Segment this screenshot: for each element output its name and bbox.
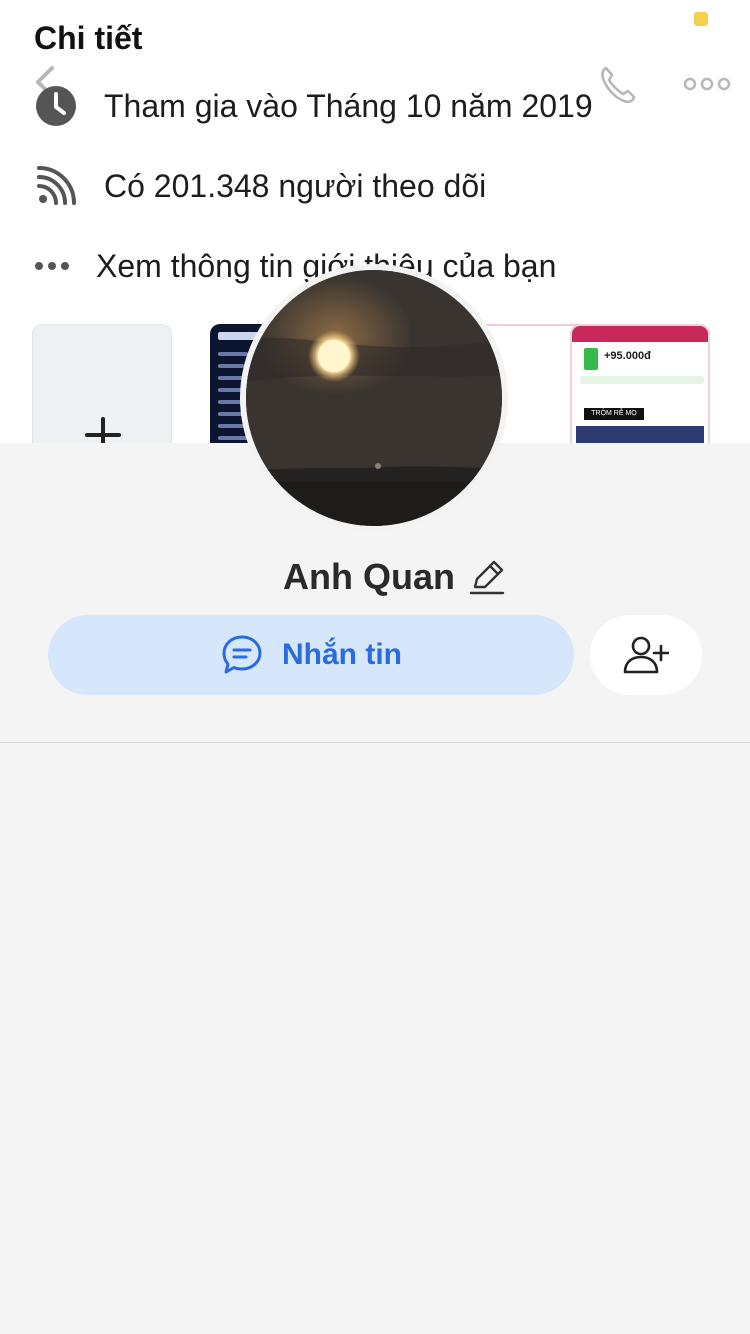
thumbnail-banner: TRỘM RỄ MỌ RẠE xyxy=(584,408,644,429)
profile-name-row: Anh Quan xyxy=(0,552,750,602)
dots-icon xyxy=(34,240,86,292)
status-indicator xyxy=(694,12,708,26)
more-icon[interactable] xyxy=(682,72,732,96)
plus-icon xyxy=(85,417,121,443)
add-photo-tile[interactable] xyxy=(32,324,172,443)
joined-text: Tham gia vào Tháng 10 năm 2019 xyxy=(104,87,593,124)
thumbnail-amount: +95.000đ xyxy=(604,350,651,362)
message-button-label: Nhắn tin xyxy=(282,638,402,671)
add-friend-button[interactable] xyxy=(590,615,702,695)
phone-icon[interactable] xyxy=(596,62,640,106)
pencil-icon[interactable] xyxy=(469,559,505,595)
details-title: Chi tiết xyxy=(34,20,143,56)
add-user-icon xyxy=(623,636,669,674)
photo-thumbnail[interactable]: +95.000đ TRỘM RỄ MỌ RẠE xyxy=(570,324,710,443)
avatar[interactable] xyxy=(240,264,508,532)
rss-icon xyxy=(34,160,86,212)
followers-row: Có 201.348 người theo dõi xyxy=(34,158,486,214)
profile-name: Anh Quan xyxy=(283,556,455,597)
divider xyxy=(0,742,750,743)
joined-row: Tham gia vào Tháng 10 năm 2019 xyxy=(34,78,593,134)
clock-icon xyxy=(34,80,86,132)
followers-text: Có 201.348 người theo dõi xyxy=(104,167,487,204)
message-button[interactable]: Nhắn tin xyxy=(48,615,574,695)
chat-bubble-icon xyxy=(222,635,262,674)
avatar-photo xyxy=(246,270,502,526)
